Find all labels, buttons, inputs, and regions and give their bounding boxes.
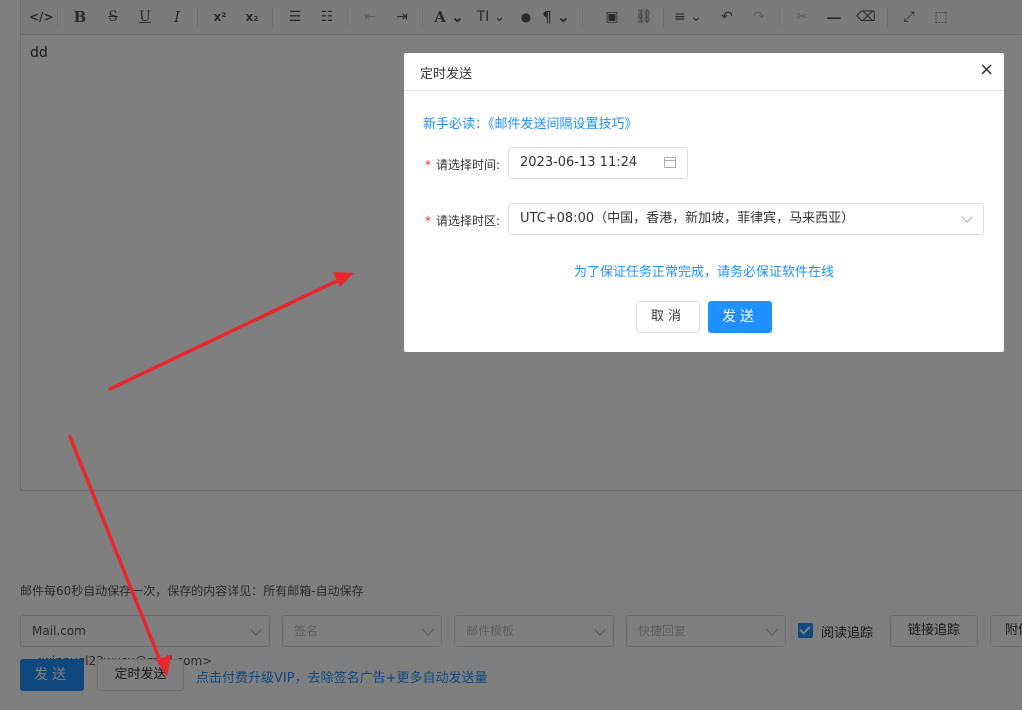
email-composer-page: </> B S U I x² x₂ ☰ ☷ ⇤ ⇥ A ⌄ TI ⌄ ● ¶ ⌄… <box>0 0 1022 710</box>
arrow-to-schedule-button <box>68 435 171 677</box>
arrow-to-dialog <box>108 272 354 391</box>
annotation-arrows <box>68 272 354 677</box>
